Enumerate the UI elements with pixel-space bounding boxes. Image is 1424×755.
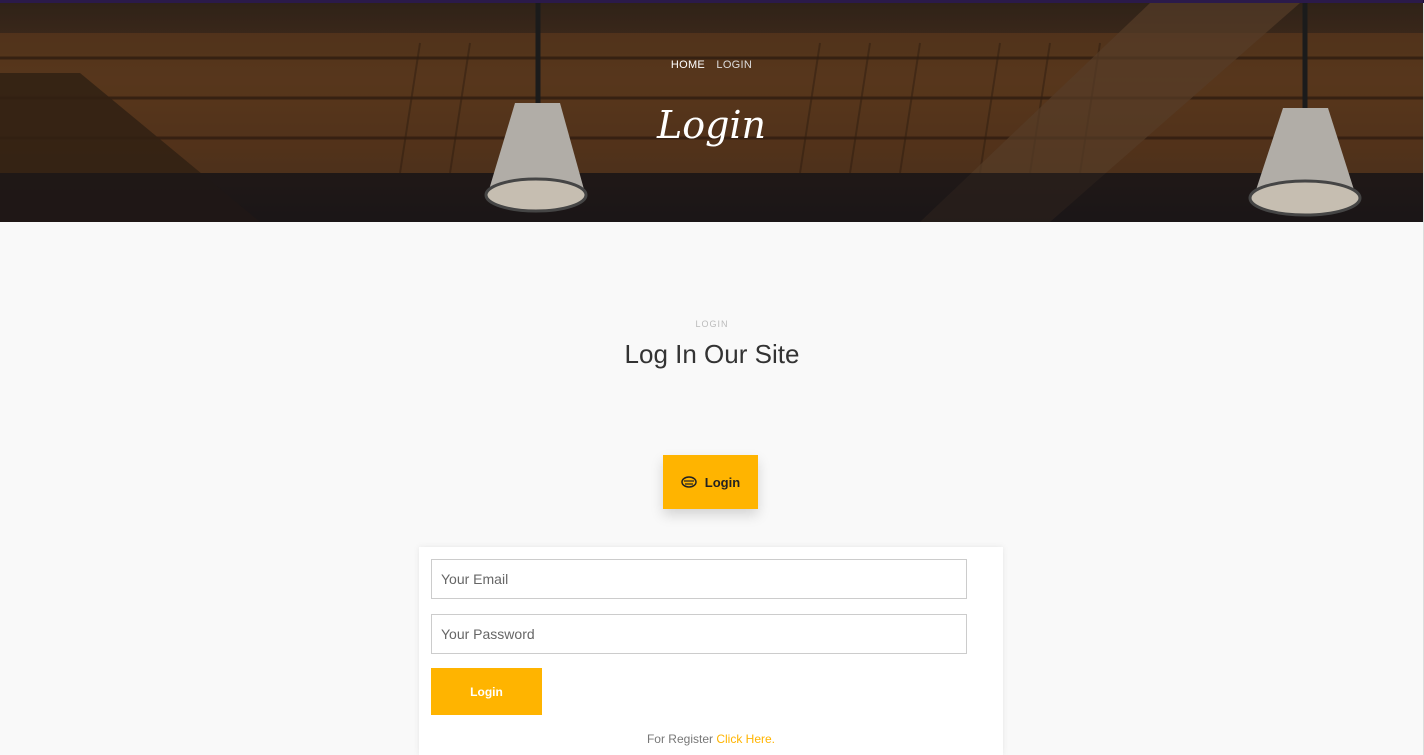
register-text: For Register: [646, 732, 713, 746]
register-prompt: For Register Click Here.: [419, 732, 1003, 746]
section-heading: Log In Our Site: [624, 339, 800, 369]
login-form-card: Login For Register Click Here.: [419, 547, 1003, 755]
register-link[interactable]: Click Here.: [716, 732, 775, 746]
hero-banner: HOME LOGIN Login: [0, 3, 1423, 222]
login-tab-label: Login: [704, 474, 741, 490]
email-field[interactable]: [431, 559, 967, 599]
breadcrumb: HOME LOGIN: [0, 59, 1423, 71]
page-title: Login: [656, 103, 767, 147]
section-kicker: LOGIN: [695, 319, 729, 329]
login-tab-button[interactable]: Login: [663, 455, 758, 509]
password-field[interactable]: [431, 614, 967, 654]
breadcrumb-home-link[interactable]: HOME: [671, 59, 705, 71]
login-submit-button[interactable]: Login: [431, 668, 542, 715]
login-icon: [681, 476, 697, 488]
breadcrumb-current: LOGIN: [716, 59, 753, 71]
